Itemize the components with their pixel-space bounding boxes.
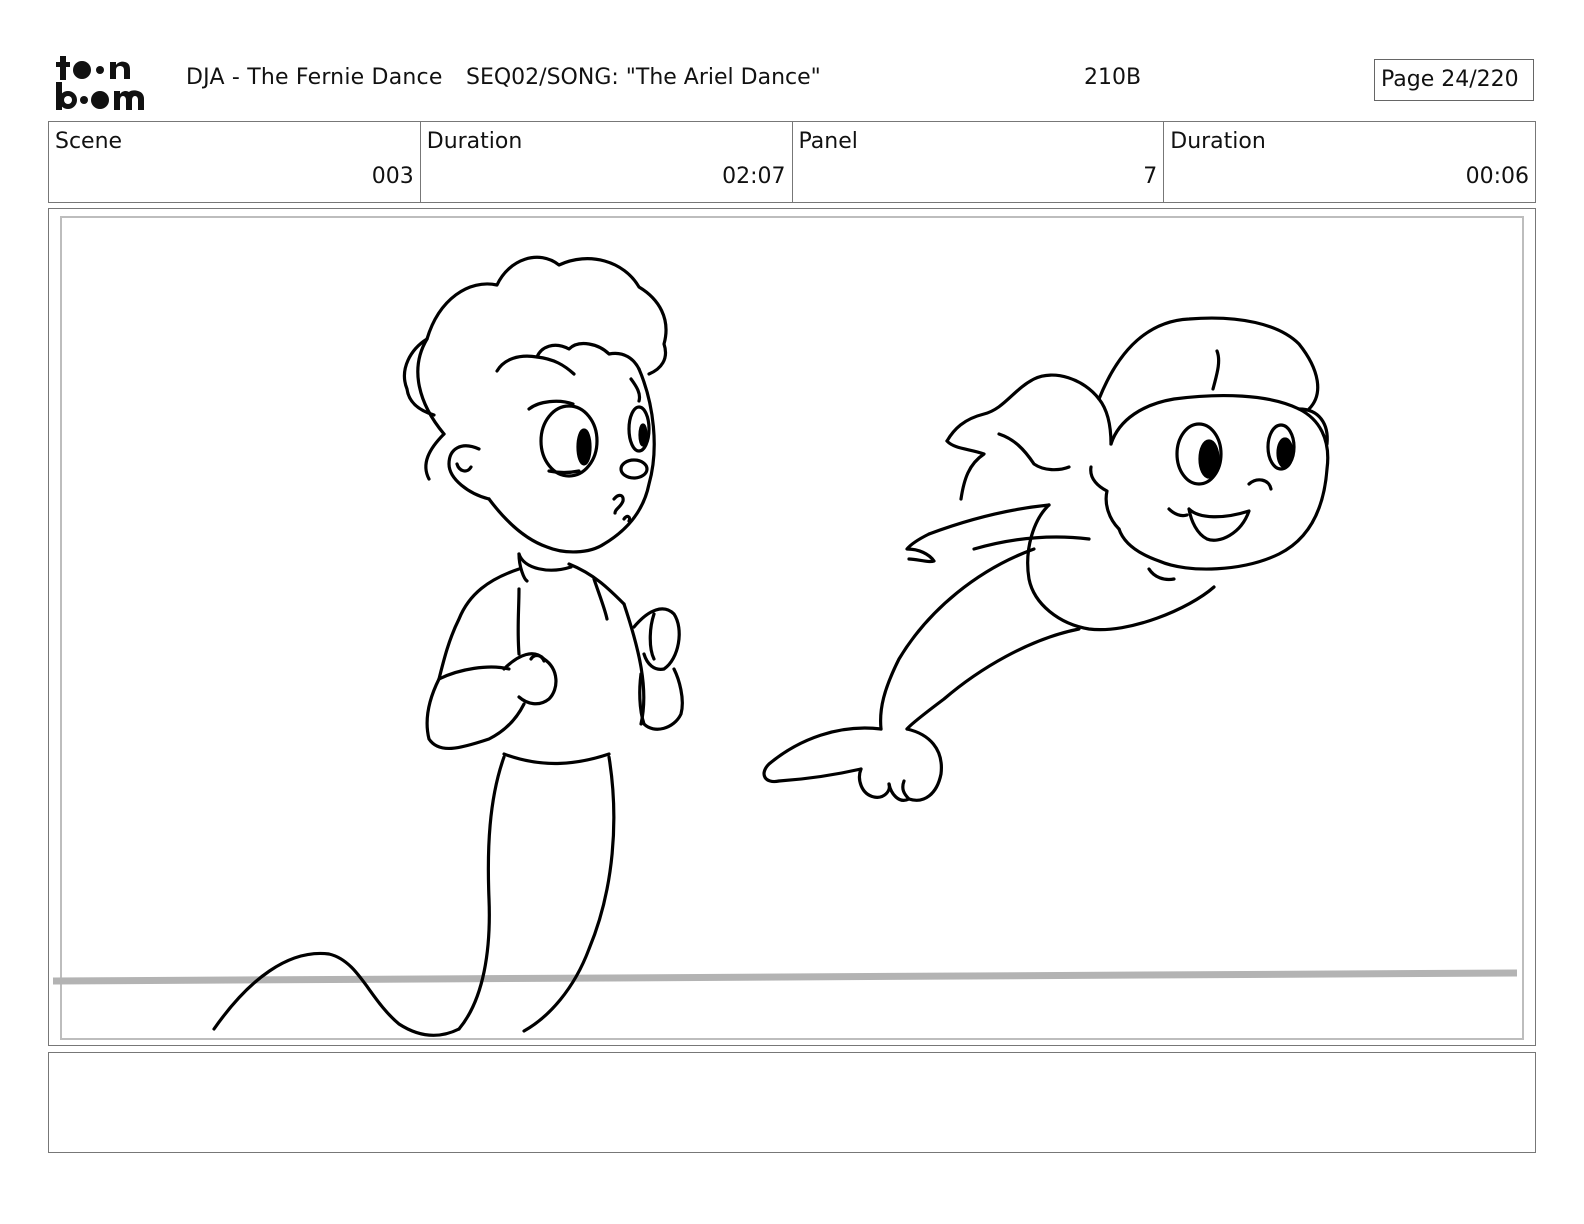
scene-value: 003: [371, 164, 414, 189]
panel-cell: Panel 7: [793, 122, 1165, 202]
action-notes-box: [48, 1052, 1536, 1153]
scene-duration-cell: Duration 02:07: [421, 122, 793, 202]
ground-line: [52, 969, 1518, 985]
sequence-title: SEQ02/SONG: "The Ariel Dance": [466, 65, 821, 90]
panel-label: Panel: [798, 129, 858, 154]
panel-duration-cell: Duration 00:06: [1164, 122, 1535, 202]
panel-code: 210B: [1084, 65, 1142, 90]
project-title: DJA - The Fernie Dance: [186, 65, 443, 90]
page-number: Page 24/220: [1374, 59, 1534, 101]
scene-duration-value: 02:07: [722, 164, 786, 189]
toon-boom-logo: [56, 56, 144, 110]
scene-info-bar: Scene 003 Duration 02:07 Panel 7 Duratio…: [48, 121, 1536, 203]
scene-cell: Scene 003: [49, 122, 421, 202]
panel-duration-value: 00:06: [1465, 164, 1529, 189]
mermaid-character: [762, 316, 1330, 802]
scene-label: Scene: [55, 129, 123, 154]
storyboard-drawing: [52, 255, 1518, 1037]
merboy-character: [212, 255, 684, 1037]
panel-value: 7: [1143, 164, 1158, 189]
scene-duration-label: Duration: [426, 129, 523, 154]
panel-duration-label: Duration: [1170, 129, 1266, 154]
page-header: DJA - The Fernie Dance SEQ02/SONG: "The …: [48, 48, 1536, 120]
